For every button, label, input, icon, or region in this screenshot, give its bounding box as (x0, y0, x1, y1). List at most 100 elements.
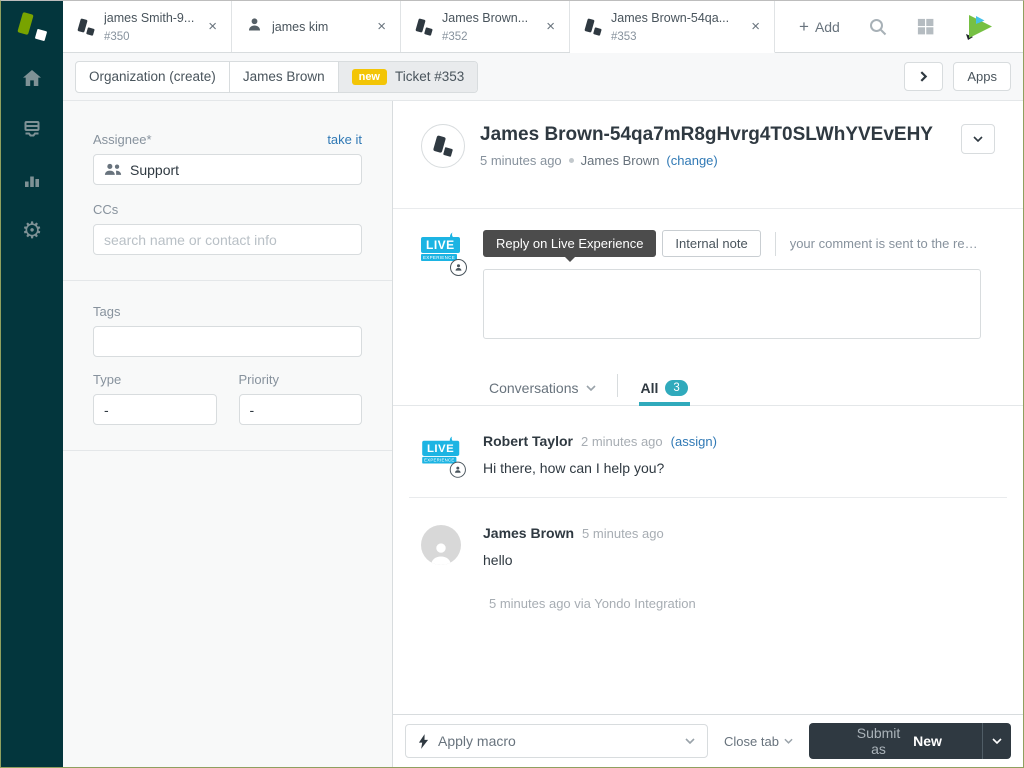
divider (63, 450, 392, 451)
chevron-down-icon (784, 738, 793, 744)
take-it-link[interactable]: take it (327, 132, 362, 147)
divider (616, 374, 618, 397)
avatar-column: LIVE EXPERIENCE (421, 433, 469, 478)
ticket-avatar (421, 124, 465, 168)
conversations-dropdown[interactable]: Conversations (489, 370, 596, 405)
breadcrumb-ticket[interactable]: new Ticket #353 (337, 61, 478, 92)
priority-select[interactable]: - (238, 394, 362, 425)
home-icon[interactable] (20, 66, 44, 90)
assign-link[interactable]: (assign) (671, 434, 717, 449)
content-row: Assignee* take it Support CCs Tags (63, 101, 1023, 767)
close-tab-icon[interactable]: × (747, 17, 764, 36)
tab-number: #353 (611, 30, 637, 43)
tab-title: james Smith-9... (104, 10, 195, 25)
breadcrumb-requester[interactable]: James Brown (228, 61, 338, 92)
message-text: Hi there, how can I help you? (483, 460, 665, 476)
group-icon (104, 163, 122, 175)
chevron-down-icon (973, 136, 983, 142)
ticket-header: James Brown-54qa7mR8gHvrg4T0SLWhYVEvEHY … (393, 101, 1023, 209)
ticket-icon (432, 135, 454, 157)
zendesk-logo[interactable] (1, 1, 63, 53)
conversation-filter-bar: Conversations All 3 (393, 370, 1023, 406)
change-requester-link[interactable]: (change) (666, 153, 717, 168)
topbar-actions: + Add (775, 1, 1023, 52)
breadcrumb-organization[interactable]: Organization (create) (76, 62, 229, 92)
conversations-label: Conversations (489, 379, 579, 396)
tags-label: Tags (93, 304, 121, 319)
chevron-down-icon (992, 738, 1002, 744)
submit-prefix: Submit as (856, 725, 901, 757)
breadcrumb-bar: Organization (create) James Brown new Ti… (63, 53, 1023, 101)
experience-badge: EXPERIENCE (421, 254, 458, 261)
tab-title: James Brown... (442, 10, 529, 25)
ticket-title: James Brown-54qa7mR8gHvrg4T0SLWhYVEvEHY (480, 124, 933, 145)
admin-gear-icon[interactable]: ⚙ (20, 219, 44, 243)
reply-channel-tab-active[interactable]: Reply on Live Experience (483, 230, 657, 262)
live-badge: LIVE (422, 440, 459, 456)
divider (63, 280, 392, 281)
ticket-tab-350[interactable]: james Smith-9... #350 × (63, 1, 232, 52)
submit-status-value: New (913, 733, 942, 749)
tab-title: James Brown-54qa... (611, 10, 730, 25)
status-badge-new: new (351, 68, 387, 85)
conversation-count-badge: 3 (665, 379, 688, 396)
chevron-down-icon (585, 384, 596, 391)
user-tab-james-kim[interactable]: james kim × (232, 1, 401, 52)
close-tab-icon[interactable]: × (542, 17, 559, 36)
tab-all-conversations[interactable]: All 3 (638, 370, 691, 406)
search-icon[interactable] (868, 17, 888, 37)
ticket-meta: 5 minutes ago James Brown (change) (480, 153, 933, 168)
assignee-field[interactable]: Support (93, 154, 362, 185)
message-author: James Brown (483, 525, 575, 541)
views-icon[interactable] (20, 117, 44, 141)
close-tab-icon[interactable]: × (204, 17, 221, 36)
via-integration-note: 5 minutes ago via Yondo Integration (489, 596, 696, 611)
apps-button[interactable]: Apps (953, 62, 1011, 91)
person-icon (431, 543, 451, 565)
submit-button[interactable]: Submit as New (808, 723, 982, 759)
divider (774, 231, 776, 256)
ticket-main: James Brown-54qa7mR8gHvrg4T0SLWhYVEvEHY … (393, 101, 1023, 767)
apply-macro-dropdown[interactable]: Apply macro (405, 724, 708, 758)
lightning-icon (418, 733, 429, 749)
app-window: james Smith-9... #350 × james kim × Jame… (0, 0, 1024, 768)
reply-composer: LIVE EXPERIENCE Reply on Live Experience… (393, 209, 1023, 344)
tab-text: James Brown-54qa... #353 (611, 9, 738, 45)
tab-text: james Smith-9... #350 (104, 9, 195, 45)
close-tab-dropdown[interactable]: Close tab (724, 734, 793, 749)
plus-icon: + (799, 16, 809, 36)
message-text: hello (483, 552, 513, 568)
add-button[interactable]: + Add (799, 17, 840, 37)
body-row: ⚙ Organization (create) James Brown new … (1, 53, 1023, 767)
internal-note-tab[interactable]: Internal note (662, 230, 761, 257)
apps-grid-icon[interactable] (916, 17, 935, 36)
collapse-panel-button[interactable] (904, 62, 944, 91)
ticket-icon (77, 17, 95, 36)
ticket-options-button[interactable] (961, 124, 995, 154)
priority-label: Priority (238, 372, 279, 387)
type-select[interactable]: - (93, 394, 217, 425)
avatar-column (421, 525, 469, 568)
assignee-value: Support (130, 161, 180, 178)
reports-icon[interactable] (20, 168, 44, 192)
products-play-icon[interactable] (963, 13, 995, 41)
ticket-tab-353-active[interactable]: James Brown-54qa... #353 × (570, 1, 775, 53)
person-icon (449, 461, 466, 478)
experience-badge: EXPERIENCE (422, 456, 457, 464)
tags-input[interactable] (104, 333, 351, 350)
submit-options-button[interactable] (981, 723, 1011, 759)
ticket-tab-352[interactable]: James Brown... #352 × (401, 1, 570, 52)
chevron-right-icon (920, 71, 928, 82)
close-tab-icon[interactable]: × (373, 17, 390, 36)
tab-title: james kim (272, 19, 329, 34)
ccs-input[interactable] (104, 231, 351, 248)
message-header: Robert Taylor 2 minutes ago (assign) (483, 433, 995, 449)
close-tab-label: Close tab (724, 733, 779, 749)
requester-name: James Brown (580, 153, 660, 168)
tab-text: james kim (272, 18, 328, 36)
message-body: Robert Taylor 2 minutes ago (assign) Hi … (483, 433, 995, 477)
tab-number: #350 (104, 30, 130, 43)
ticket-properties-panel: Assignee* take it Support CCs Tags (63, 101, 393, 767)
reply-textarea[interactable] (483, 269, 981, 339)
assignee-label: Assignee* (93, 132, 152, 147)
